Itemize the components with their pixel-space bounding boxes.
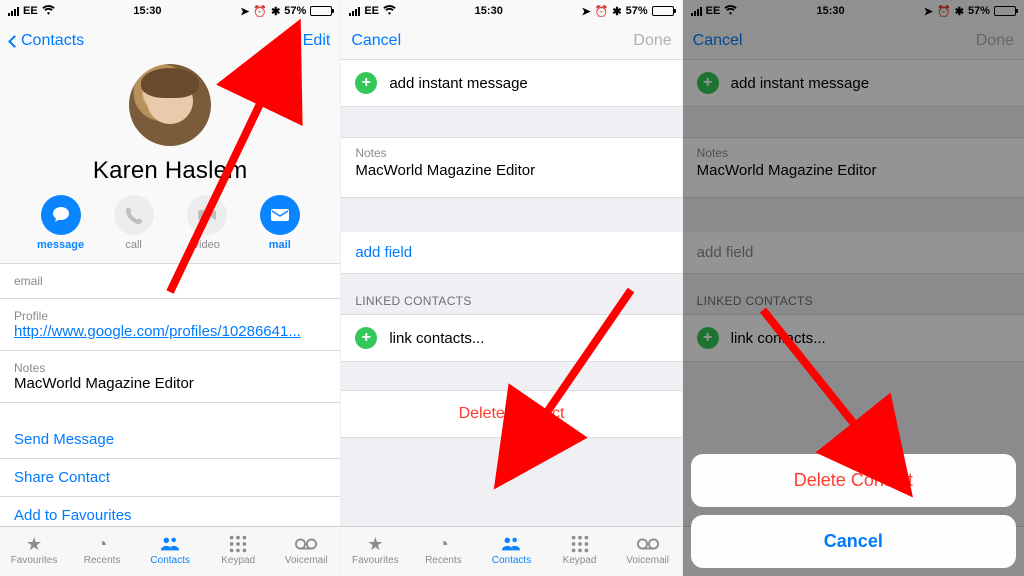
status-bar: EE 15:30 ➤ ⏰ ✱ 57% xyxy=(0,0,340,22)
status-bar: EE 15:30 ➤⏰✱ 57% xyxy=(341,0,681,22)
clock-icon: ◔ xyxy=(68,533,136,555)
tab-recents[interactable]: ◔Recents xyxy=(409,527,477,576)
carrier-label: EE xyxy=(23,5,38,17)
clock-icon: ◔ xyxy=(409,533,477,555)
tab-bar: ★Favourites ◔Recents Contacts Keypad Voi… xyxy=(341,526,681,576)
annotation-arrow xyxy=(743,300,943,495)
battery-pct: 57% xyxy=(284,5,306,17)
tab-keypad[interactable]: Keypad xyxy=(546,527,614,576)
cancel-button[interactable]: Cancel xyxy=(351,32,401,50)
annotation-arrow xyxy=(481,280,661,485)
star-icon: ★ xyxy=(0,533,68,555)
wifi-icon xyxy=(42,5,55,18)
tab-voicemail[interactable]: Voicemail xyxy=(614,527,682,576)
edit-button[interactable]: Edit xyxy=(303,32,331,50)
voicemail-icon xyxy=(614,533,682,555)
keypad-icon xyxy=(204,533,272,555)
notes-row: Notes MacWorld Magazine Editor xyxy=(0,351,340,403)
plus-icon: + xyxy=(355,327,377,349)
add-favourites-row[interactable]: Add to Favourites xyxy=(0,497,340,526)
share-contact-row[interactable]: Share Contact xyxy=(0,459,340,497)
screen-edit-contact: EE 15:30 ➤⏰✱ 57% Cancel Done + add insta… xyxy=(341,0,682,576)
signal-icon xyxy=(8,7,19,16)
contacts-icon xyxy=(136,533,204,555)
bluetooth-icon: ✱ xyxy=(271,5,280,18)
send-message-row[interactable]: Send Message xyxy=(0,421,340,459)
notes-value: MacWorld Magazine Editor xyxy=(355,162,667,179)
screen-delete-confirm: EE 15:30 ➤⏰✱ 57% Cancel Done + add insta… xyxy=(683,0,1024,576)
tab-voicemail[interactable]: Voicemail xyxy=(272,527,340,576)
tab-keypad[interactable]: Keypad xyxy=(204,527,272,576)
profile-url[interactable]: http://www.google.com/profiles/10286641.… xyxy=(14,323,301,340)
nav-bar: Cancel Done xyxy=(341,22,681,60)
back-button[interactable]: Contacts xyxy=(10,32,84,50)
chevron-left-icon xyxy=(8,35,21,48)
plus-icon: + xyxy=(355,72,377,94)
alarm-icon: ⏰ xyxy=(253,5,267,18)
done-button[interactable]: Done xyxy=(633,32,671,50)
battery-icon xyxy=(310,6,332,16)
voicemail-icon xyxy=(272,533,340,555)
tab-favourites[interactable]: ★Favourites xyxy=(341,527,409,576)
keypad-icon xyxy=(546,533,614,555)
screen-contact-view: EE 15:30 ➤ ⏰ ✱ 57% Contacts Edit Karen H… xyxy=(0,0,341,576)
back-label: Contacts xyxy=(21,32,84,50)
battery-icon xyxy=(652,6,674,16)
message-icon xyxy=(41,195,81,235)
annotation-arrow xyxy=(140,52,300,317)
clock: 15:30 xyxy=(133,5,161,17)
tab-recents[interactable]: ◔Recents xyxy=(68,527,136,576)
notes-row[interactable]: Notes MacWorld Magazine Editor xyxy=(341,137,681,198)
add-im-row[interactable]: + add instant message xyxy=(341,60,681,107)
star-icon: ★ xyxy=(341,533,409,555)
contacts-icon xyxy=(477,533,545,555)
message-label: message xyxy=(31,239,91,251)
location-icon: ➤ xyxy=(240,5,249,18)
add-field-row[interactable]: add field xyxy=(341,232,681,274)
sheet-cancel-button[interactable]: Cancel xyxy=(691,515,1016,568)
message-button[interactable]: message xyxy=(31,195,91,251)
wifi-icon xyxy=(383,5,396,18)
tab-bar: ★Favourites ◔Recents Contacts Keypad Voi… xyxy=(0,526,340,576)
tab-contacts[interactable]: Contacts xyxy=(477,527,545,576)
signal-icon xyxy=(349,7,360,16)
tab-contacts[interactable]: Contacts xyxy=(136,527,204,576)
notes-value: MacWorld Magazine Editor xyxy=(14,375,194,392)
tab-favourites[interactable]: ★Favourites xyxy=(0,527,68,576)
